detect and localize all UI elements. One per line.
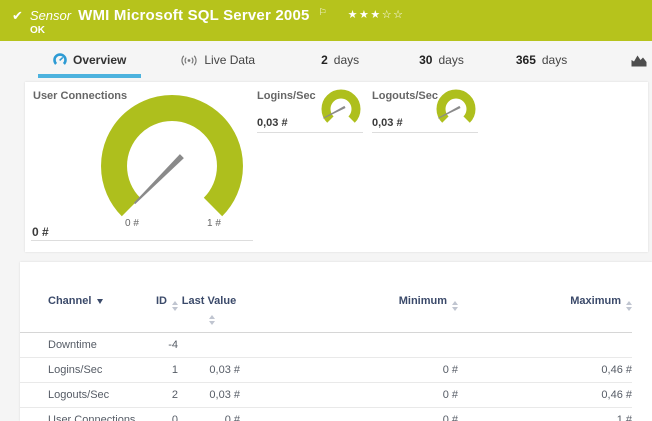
table-row[interactable]: User Connections 0 0 # 0 # 1 # bbox=[20, 408, 632, 421]
channel-last-value-cell: 0,03 # bbox=[178, 383, 240, 408]
column-header-maximum-label: Maximum bbox=[570, 295, 621, 307]
column-header-last-value-label: Last Value bbox=[182, 295, 236, 307]
channel-cell-user-connections: User Connections 0 # 1 # 0 # bbox=[25, 82, 255, 252]
status-ok-icon: ✔ bbox=[12, 8, 23, 24]
priority-flag-icon[interactable]: ⚐ bbox=[319, 7, 327, 18]
tab-bar: Overview Live Data 2 days 30 days 365 da… bbox=[0, 46, 652, 78]
column-header-channel-label: Channel bbox=[48, 295, 91, 307]
mini-gauge-title: Logins/Sec bbox=[257, 90, 316, 102]
priority-stars[interactable]: ★★★☆☆ bbox=[348, 8, 405, 21]
sensor-overview-page: ✔ Sensor WMI Microsoft SQL Server 2005 ⚐… bbox=[0, 0, 652, 421]
gauges-panel: User Connections 0 # 1 # 0 # Logins/Sec … bbox=[25, 82, 648, 252]
channel-last-value-cell bbox=[178, 333, 240, 358]
tab-live-data-label: Live Data bbox=[204, 53, 255, 67]
primary-gauge-scale-min: 0 # bbox=[115, 218, 149, 229]
tab-live-data[interactable]: Live Data bbox=[165, 46, 270, 78]
page-title: WMI Microsoft SQL Server 2005 bbox=[78, 7, 309, 24]
primary-gauge-scale-max: 1 # bbox=[197, 218, 231, 229]
mini-gauge-logins bbox=[319, 87, 363, 131]
column-header-id[interactable]: ID bbox=[148, 292, 178, 333]
mini-gauge-value: 0,03 # bbox=[372, 117, 403, 129]
channel-name-cell[interactable]: User Connections bbox=[20, 408, 148, 421]
channel-name-cell[interactable]: Logouts/Sec bbox=[20, 383, 148, 408]
primary-gauge-needle bbox=[133, 154, 184, 205]
tab-30-days-label: days bbox=[438, 53, 463, 67]
channel-cell-logouts-sec: Logouts/Sec 0,03 # bbox=[370, 82, 482, 134]
channel-maximum-cell bbox=[458, 333, 632, 358]
column-header-id-label: ID bbox=[156, 295, 167, 307]
status-badge: OK bbox=[30, 25, 45, 36]
tab-365-days[interactable]: 365 days bbox=[501, 46, 582, 78]
table-row[interactable]: Logins/Sec 1 0,03 # 0 # 0,46 # bbox=[20, 358, 632, 383]
column-header-minimum[interactable]: Minimum bbox=[240, 292, 458, 333]
tab-overview[interactable]: Overview bbox=[38, 46, 141, 78]
column-header-last-value[interactable]: Last Value bbox=[178, 292, 240, 333]
channel-last-value-cell: 0 # bbox=[178, 408, 240, 421]
sort-icon bbox=[209, 315, 215, 325]
channel-maximum-cell: 1 # bbox=[458, 408, 632, 421]
sort-icon bbox=[626, 301, 632, 311]
channel-id-cell: 1 bbox=[148, 358, 178, 383]
channel-id-cell: 0 bbox=[148, 408, 178, 421]
cell-separator bbox=[257, 132, 363, 133]
mini-gauge-title: Logouts/Sec bbox=[372, 90, 438, 102]
cell-separator bbox=[31, 240, 253, 241]
tab-365-days-label: days bbox=[542, 53, 567, 67]
channel-minimum-cell: 0 # bbox=[240, 408, 458, 421]
tab-overview-label: Overview bbox=[73, 53, 126, 67]
column-header-minimum-label: Minimum bbox=[399, 295, 447, 307]
channel-minimum-cell: 0 # bbox=[240, 358, 458, 383]
channels-table: Channel ID Last Value Minimum Maximum bbox=[20, 292, 632, 421]
mini-gauge-logouts bbox=[434, 87, 478, 131]
channel-cell-logins-sec: Logins/Sec 0,03 # bbox=[255, 82, 367, 134]
channel-maximum-cell: 0,46 # bbox=[458, 383, 632, 408]
channel-name-cell[interactable]: Logins/Sec bbox=[20, 358, 148, 383]
sort-descending-icon bbox=[97, 299, 103, 304]
channel-last-value-cell: 0,03 # bbox=[178, 358, 240, 383]
tab-30-days[interactable]: 30 days bbox=[404, 46, 479, 78]
sort-icon bbox=[452, 301, 458, 311]
historic-data-icon bbox=[631, 54, 647, 67]
tab-2-days-number: 2 bbox=[321, 53, 328, 67]
sort-icon bbox=[172, 301, 178, 311]
gauge-icon bbox=[53, 53, 67, 67]
channel-name-cell[interactable]: Downtime bbox=[20, 333, 148, 358]
table-row[interactable]: Downtime -4 bbox=[20, 333, 632, 358]
tab-historic-data[interactable]: Historic Data bbox=[616, 46, 652, 78]
live-data-icon bbox=[180, 53, 198, 67]
channel-id-cell: -4 bbox=[148, 333, 178, 358]
tab-365-days-number: 365 bbox=[516, 53, 536, 67]
primary-gauge-value: 0 # bbox=[32, 225, 49, 239]
sensor-kind-label: Sensor bbox=[30, 8, 71, 23]
column-header-maximum[interactable]: Maximum bbox=[458, 292, 632, 333]
table-row[interactable]: Logouts/Sec 2 0,03 # 0 # 0,46 # bbox=[20, 383, 632, 408]
channel-id-cell: 2 bbox=[148, 383, 178, 408]
channel-minimum-cell: 0 # bbox=[240, 383, 458, 408]
channels-table-panel: Channel ID Last Value Minimum Maximum bbox=[20, 262, 652, 421]
tab-2-days[interactable]: 2 days bbox=[306, 46, 374, 78]
tab-2-days-label: days bbox=[334, 53, 359, 67]
channel-minimum-cell bbox=[240, 333, 458, 358]
column-header-channel[interactable]: Channel bbox=[20, 292, 148, 333]
sensor-header: ✔ Sensor WMI Microsoft SQL Server 2005 ⚐… bbox=[0, 0, 652, 41]
mini-gauge-value: 0,03 # bbox=[257, 117, 288, 129]
tab-30-days-number: 30 bbox=[419, 53, 432, 67]
cell-separator bbox=[372, 132, 478, 133]
channel-maximum-cell: 0,46 # bbox=[458, 358, 632, 383]
